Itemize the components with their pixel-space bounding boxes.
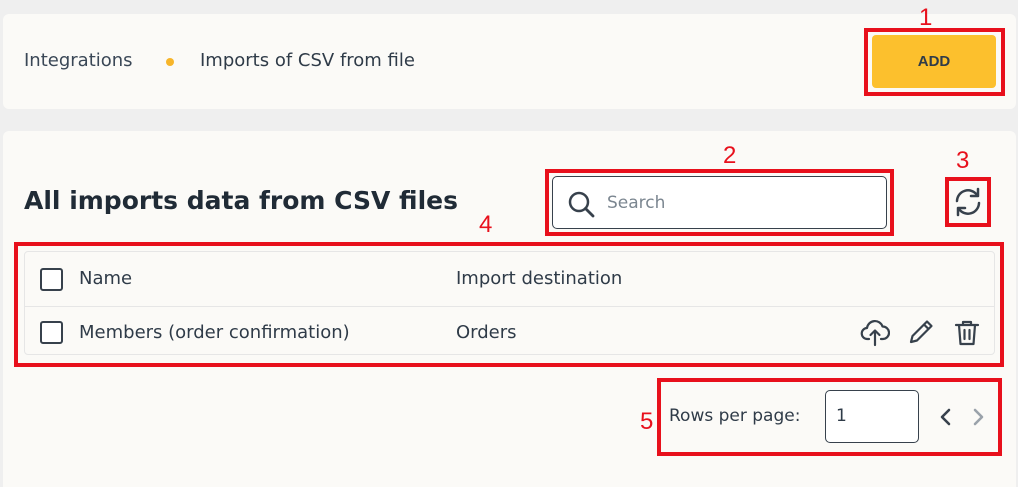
annotation-number-4: 4 (479, 211, 493, 238)
annotation-box-3 (945, 177, 991, 227)
breadcrumb-current: Imports of CSV from file (200, 50, 415, 71)
annotation-box-4 (14, 242, 1004, 367)
annotation-number-3: 3 (956, 147, 970, 174)
breadcrumb-integrations[interactable]: Integrations (24, 50, 133, 71)
annotation-number-2: 2 (723, 142, 737, 169)
breadcrumb-separator (166, 58, 174, 66)
annotation-number-5: 5 (640, 408, 654, 435)
annotation-box-2 (545, 169, 894, 236)
annotation-number-1: 1 (919, 4, 933, 31)
annotation-box-5 (657, 378, 1002, 456)
annotation-box-1 (864, 28, 1005, 96)
page-title: All imports data from CSV files (24, 186, 458, 215)
